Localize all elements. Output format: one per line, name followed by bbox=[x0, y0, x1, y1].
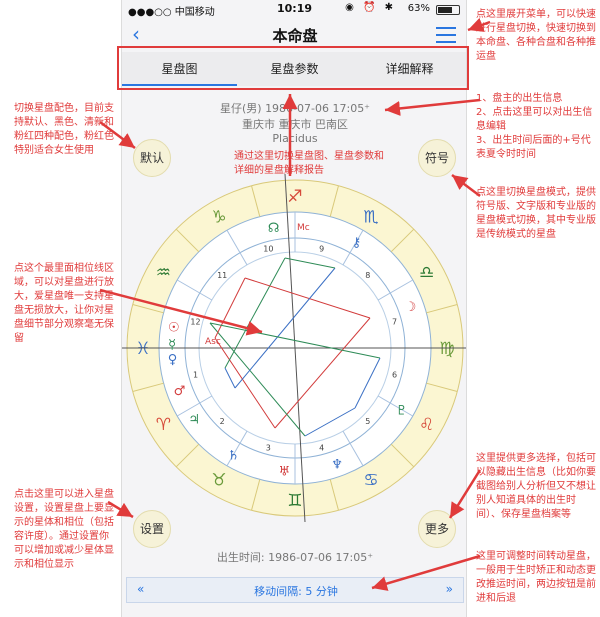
arrow-to-menu bbox=[467, 17, 491, 32]
arrow-to-settings bbox=[107, 500, 134, 519]
arrow-to-move-bar bbox=[371, 554, 481, 591]
arrow-to-more bbox=[448, 469, 482, 519]
arrow-to-owner-info bbox=[384, 98, 481, 116]
annotation-arrows bbox=[99, 17, 491, 591]
screenshot-root: ●●●○○ 中国移动 10:19 ◉ ⏰ ✱ 63% ‹ 本命盘 星盘图 星盘参… bbox=[0, 0, 600, 617]
arrow-to-default bbox=[99, 120, 136, 150]
arrow-to-wheel-center bbox=[99, 288, 263, 336]
arrow-to-symbol bbox=[451, 174, 481, 197]
